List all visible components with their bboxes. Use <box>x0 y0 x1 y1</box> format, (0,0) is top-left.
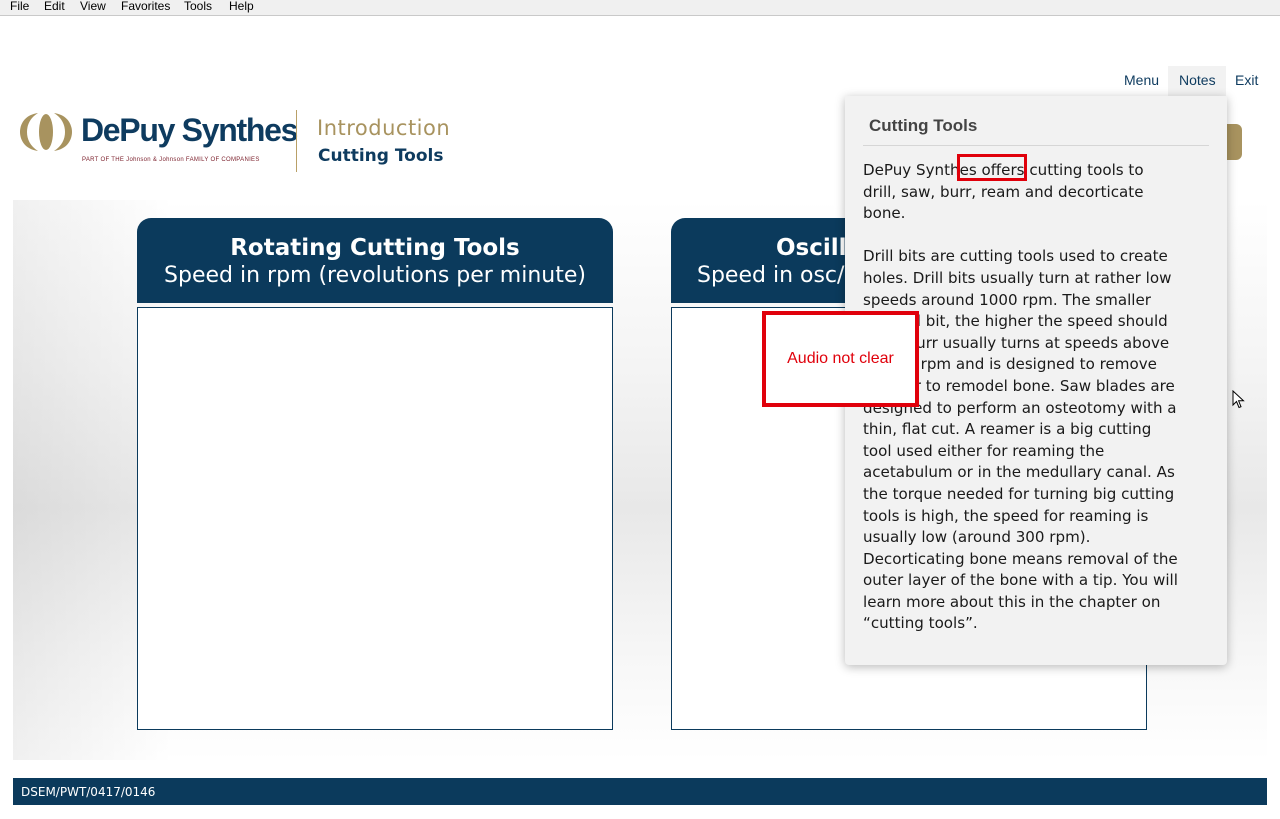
rotating-panel-body <box>137 307 613 730</box>
rotating-panel-subtitle: Speed in rpm (revolutions per minute) <box>164 263 586 288</box>
section-title: Introduction <box>317 116 451 140</box>
footer-bar: DSEM/PWT/0417/0146 <box>13 778 1267 805</box>
footer-code: DSEM/PWT/0417/0146 <box>21 785 156 799</box>
notes-divider <box>863 145 1209 146</box>
annotation-comment-text: Audio not clear <box>787 350 894 367</box>
menu-tools[interactable]: Tools <box>184 0 212 14</box>
menu-help[interactable]: Help <box>229 0 254 14</box>
notes-body: DePuy Synthes offers cutting tools to dr… <box>863 160 1178 657</box>
annotation-comment: Audio not clear <box>762 311 919 407</box>
rotating-panel-header: Rotating Cutting Tools Speed in rpm (rev… <box>137 218 613 303</box>
notes-paragraph-2: Drill bits are cutting tools used to cre… <box>863 247 1178 633</box>
rotating-panel-title: Rotating Cutting Tools <box>230 235 520 261</box>
menu-file[interactable]: File <box>10 0 29 14</box>
notes-title: Cutting Tools <box>869 116 978 135</box>
header-divider <box>296 110 297 172</box>
exit-link[interactable]: Exit <box>1235 72 1258 88</box>
menu-link[interactable]: Menu <box>1124 72 1159 88</box>
annotation-highlight-box <box>957 154 1027 181</box>
menu-view[interactable]: View <box>80 0 106 14</box>
menu-favorites[interactable]: Favorites <box>121 0 170 14</box>
menu-edit[interactable]: Edit <box>44 0 65 14</box>
depuy-synthes-logo-icon <box>20 113 72 151</box>
topic-title: Cutting Tools <box>318 146 444 166</box>
notes-link[interactable]: Notes <box>1179 72 1216 88</box>
brand-tagline: PART OF THE Johnson & Johnson FAMILY OF … <box>82 157 260 163</box>
brand-name: DePuy Synthes <box>81 112 298 148</box>
mouse-cursor-icon <box>1232 390 1245 409</box>
menu-bar: File Edit View Favorites Tools Help <box>0 0 1280 16</box>
